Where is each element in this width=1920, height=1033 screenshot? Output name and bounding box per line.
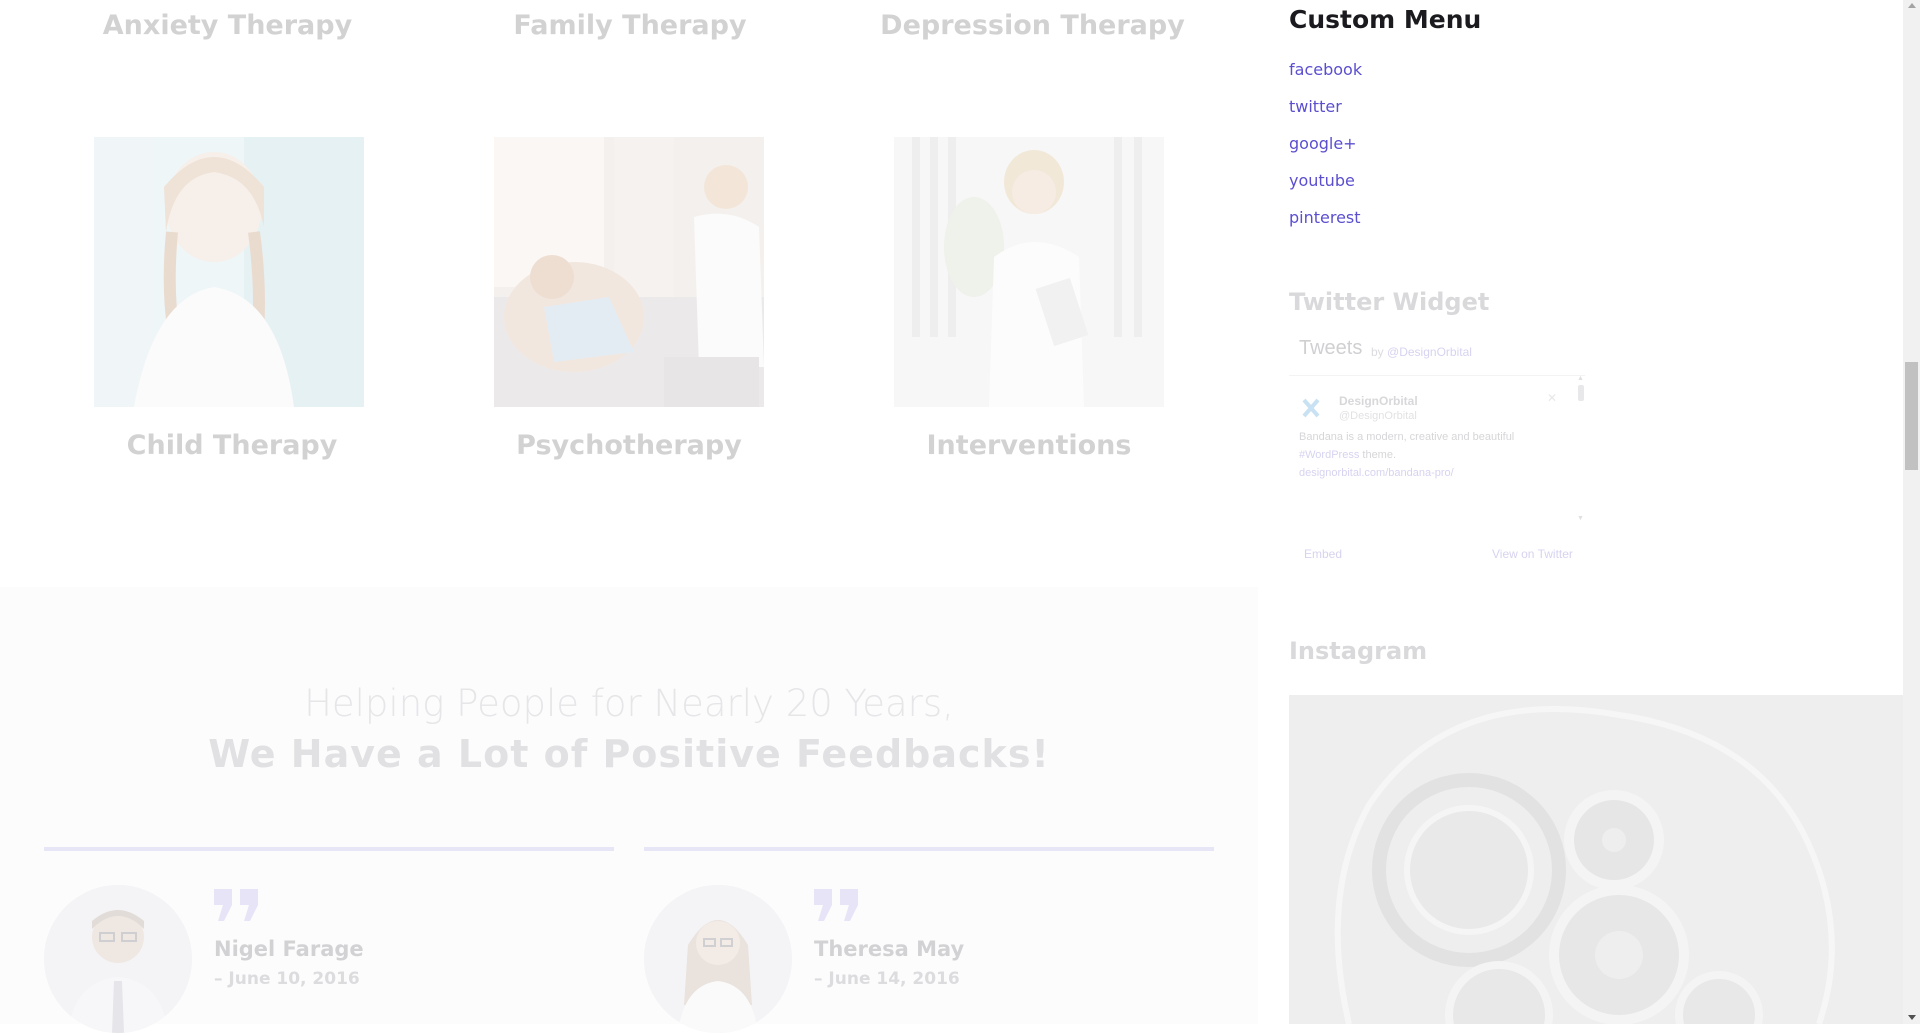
testimonials-heading-light: Helping People for Nearly 20 Years, bbox=[304, 682, 954, 725]
service-title-depression[interactable]: Depression Therapy bbox=[880, 10, 1185, 41]
menu-link-facebook[interactable]: facebook bbox=[1289, 60, 1362, 79]
menu-link-google-plus[interactable]: google+ bbox=[1289, 134, 1357, 153]
testimonials-section: Helping People for Nearly 20 Years, We H… bbox=[0, 587, 1258, 1033]
service-title-interventions[interactable]: Interventions bbox=[894, 430, 1164, 461]
service-title-psychotherapy[interactable]: Psychotherapy bbox=[494, 430, 764, 461]
testimonial-divider bbox=[644, 847, 1214, 851]
list-item: facebook bbox=[1289, 60, 1362, 97]
avatar bbox=[644, 885, 792, 1033]
tweet-hashtag[interactable]: #WordPress bbox=[1299, 449, 1359, 461]
twitter-widget-title: Twitter Widget bbox=[1289, 288, 1490, 316]
testimonial-date: – June 14, 2016 bbox=[814, 969, 960, 989]
service-title-family[interactable]: Family Therapy bbox=[490, 10, 770, 41]
scroll-up-icon[interactable] bbox=[1908, 3, 1916, 8]
service-title-anxiety[interactable]: Anxiety Therapy bbox=[90, 10, 365, 41]
psychotherapy-image[interactable] bbox=[494, 137, 764, 407]
tweet-scroll-thumb[interactable] bbox=[1578, 385, 1584, 401]
sidebar: Custom Menu facebook twitter google+ you… bbox=[1289, 0, 1903, 1024]
scroll-up-icon[interactable]: ▲ bbox=[1577, 375, 1584, 382]
list-item: pinterest bbox=[1289, 208, 1362, 245]
main-content: Anxiety Therapy Family Therapy Depressio… bbox=[0, 0, 1258, 1033]
menu-link-youtube[interactable]: youtube bbox=[1289, 171, 1355, 190]
list-item: google+ bbox=[1289, 134, 1362, 171]
tweet-line: Bandana is a modern, creative and beauti… bbox=[1299, 431, 1515, 443]
testimonial-divider bbox=[44, 847, 614, 851]
scrollbar-thumb[interactable] bbox=[1905, 362, 1918, 470]
double-quote-icon bbox=[214, 889, 258, 921]
avatar bbox=[44, 885, 192, 1033]
page-scrollbar[interactable] bbox=[1903, 0, 1920, 1024]
embed-link[interactable]: Embed bbox=[1304, 547, 1342, 561]
tweet-feed-scrollbar[interactable]: ▲ ▼ bbox=[1577, 375, 1585, 525]
testimonial-name: Nigel Farage bbox=[214, 937, 364, 961]
list-item: twitter bbox=[1289, 97, 1362, 134]
interventions-image[interactable] bbox=[894, 137, 1164, 407]
menu-link-pinterest[interactable]: pinterest bbox=[1289, 208, 1361, 227]
child-therapy-image[interactable] bbox=[94, 137, 364, 407]
x-logo-icon[interactable] bbox=[1301, 398, 1321, 418]
tweet-handle[interactable]: @DesignOrbital bbox=[1339, 410, 1417, 422]
tweets-by-handle[interactable]: @DesignOrbital bbox=[1387, 345, 1472, 359]
tweets-by-label: by bbox=[1371, 345, 1384, 359]
testimonial-name: Theresa May bbox=[814, 937, 965, 961]
tweet-after-hashtag: theme. bbox=[1362, 449, 1397, 461]
tweet-link[interactable]: designorbital.com/bandana-pro/ bbox=[1299, 467, 1454, 479]
tweet-text: Bandana is a modern, creative and beauti… bbox=[1299, 428, 1579, 482]
scroll-down-icon[interactable] bbox=[1908, 1015, 1916, 1020]
instagram-title: Instagram bbox=[1289, 637, 1428, 665]
view-on-twitter-link[interactable]: View on Twitter bbox=[1492, 547, 1573, 561]
service-title-child[interactable]: Child Therapy bbox=[94, 430, 370, 461]
testimonial-card: Theresa May – June 14, 2016 bbox=[644, 847, 1214, 1033]
tweet-author[interactable]: DesignOrbital bbox=[1339, 394, 1418, 408]
testimonial-card: Nigel Farage – June 10, 2016 bbox=[44, 847, 614, 1033]
menu-link-twitter[interactable]: twitter bbox=[1289, 97, 1342, 116]
scroll-down-icon[interactable]: ▼ bbox=[1577, 515, 1584, 522]
tweet-feed[interactable]: DesignOrbital @DesignOrbital ✕ Bandana i… bbox=[1289, 375, 1585, 521]
close-icon[interactable]: ✕ bbox=[1547, 391, 1557, 405]
testimonial-date: – June 10, 2016 bbox=[214, 969, 360, 989]
tweets-label: Tweets bbox=[1299, 337, 1363, 359]
instagram-image[interactable] bbox=[1289, 695, 1903, 1024]
list-item: youtube bbox=[1289, 171, 1362, 208]
double-quote-icon bbox=[814, 889, 858, 921]
custom-menu-list: facebook twitter google+ youtube pintere… bbox=[1289, 60, 1362, 245]
testimonials-heading-bold: We Have a Lot of Positive Feedbacks! bbox=[208, 732, 1050, 776]
custom-menu-title: Custom Menu bbox=[1289, 5, 1482, 34]
twitter-timeline: Tweets by @DesignOrbital DesignOrbital @… bbox=[1289, 335, 1589, 570]
tweets-by: by @DesignOrbital bbox=[1371, 345, 1472, 359]
